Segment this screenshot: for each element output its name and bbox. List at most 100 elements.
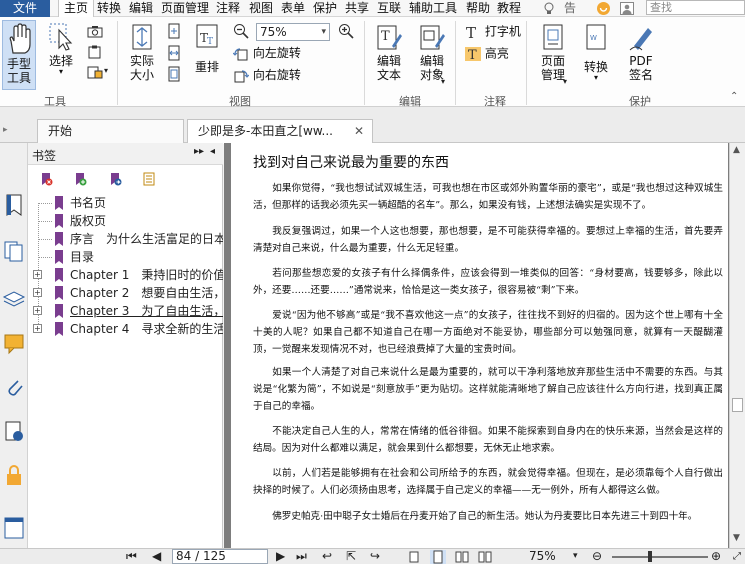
next-page-icon[interactable]: ▶ [276, 549, 285, 564]
signature-panel-icon[interactable] [2, 419, 26, 443]
bookmark-item[interactable]: 目录 [28, 248, 223, 266]
zoom-slider[interactable] [612, 556, 708, 558]
fill-format-icon[interactable] [87, 65, 103, 79]
edit-object-button[interactable]: 编辑 对象 [412, 22, 452, 94]
attachment-icon[interactable] [2, 375, 26, 399]
zoom-dropdown-icon[interactable]: ▾ [573, 549, 578, 564]
single-page-icon[interactable] [408, 551, 420, 563]
feedback-icon[interactable] [596, 1, 611, 16]
bookmark-options-icon[interactable] [142, 172, 156, 186]
page-manage-dropdown-icon[interactable]: ▾ [563, 77, 567, 86]
rotate-left-button[interactable]: 向左旋转 [233, 46, 301, 62]
previous-page-icon[interactable]: ◀ [152, 549, 161, 564]
bookmark-item[interactable]: + Chapter 4 寻求全新的生活 [28, 320, 223, 338]
menu-accessibility[interactable]: 辅助工具 [409, 0, 457, 17]
bookmark-panel-icon[interactable] [2, 193, 26, 217]
first-page-icon[interactable]: ⏮ [126, 549, 137, 564]
fit-page-icon[interactable] [166, 23, 182, 39]
bookmark-item[interactable]: 书名页 [28, 194, 223, 212]
tab-scroll-left-icon[interactable]: ▸ [3, 125, 8, 135]
menu-share[interactable]: 共享 [345, 0, 369, 17]
bookmark-item[interactable]: 版权页 [28, 212, 223, 230]
fit-width-icon[interactable] [166, 45, 182, 61]
convert-dropdown-icon: ▾ [593, 73, 598, 82]
format-dropdown-icon[interactable]: ▾ [104, 66, 108, 75]
menu-convert[interactable]: 转换 [97, 0, 121, 17]
close-icon[interactable]: ✕ [354, 120, 364, 142]
lock-icon[interactable] [2, 463, 26, 487]
continuous-facing-icon[interactable] [478, 551, 492, 563]
vertical-scrollbar[interactable]: ▲ ▼ [729, 143, 745, 548]
go-back-icon[interactable]: ↩ [322, 549, 332, 564]
expand-bookmark-icon[interactable] [108, 172, 122, 186]
rotate-right-button[interactable]: 向右旋转 [233, 68, 301, 84]
bookmark-item[interactable]: 序言 为什么生活富足的日本 [28, 230, 223, 248]
menu-view[interactable]: 视图 [249, 0, 273, 17]
edit-text-button[interactable]: T 编辑 文本 [370, 22, 408, 90]
page-number-input[interactable]: 84 / 125 [172, 549, 268, 564]
search-input[interactable]: 查找 [646, 0, 745, 15]
fullscreen-icon[interactable]: ⤢ [733, 549, 741, 564]
menu-form[interactable]: 表单 [281, 0, 305, 17]
last-page-icon[interactable]: ⏭ [296, 549, 307, 564]
snapshot-icon[interactable] [87, 25, 103, 38]
menu-home[interactable]: 主页 [58, 0, 94, 18]
reflow-button[interactable]: TT 重排 [190, 22, 224, 90]
add-bookmark-icon[interactable] [73, 172, 87, 186]
zoom-out-button[interactable]: ⊖ [592, 549, 602, 564]
bookmark-item[interactable]: + Chapter 1 秉持旧时的价值 [28, 266, 223, 284]
zoom-slider-thumb[interactable] [648, 551, 652, 562]
tell-me-label[interactable]: 告诉 [564, 0, 576, 32]
scrollbar-thumb[interactable] [732, 398, 743, 412]
panel-expand-icon[interactable]: ▸▸ [194, 146, 204, 157]
zoom-level[interactable]: 75% [529, 549, 556, 564]
select-button[interactable]: 选择 ▾ [44, 22, 78, 90]
highlight-button[interactable]: T 高亮 [465, 46, 509, 64]
fit-visible-icon[interactable] [166, 66, 182, 82]
expand-toggle-icon[interactable]: + [33, 324, 42, 333]
comments-icon[interactable] [2, 331, 26, 355]
menu-connect[interactable]: 互联 [377, 0, 401, 17]
thumbnails-icon[interactable] [2, 239, 26, 263]
menu-help[interactable]: 帮助 [466, 0, 490, 17]
hand-tool-button[interactable]: 手型 工具 [2, 20, 36, 90]
convert-button[interactable]: W 转换 ▾ [578, 22, 614, 94]
panel-collapse-icon[interactable]: ◂ [210, 146, 215, 157]
facing-page-icon[interactable] [455, 551, 469, 563]
clipboard-icon[interactable] [87, 45, 103, 59]
tab-document[interactable]: 少即是多-本田直之[ww... ✕ [187, 119, 373, 144]
continuous-page-icon[interactable] [430, 550, 446, 564]
typewriter-button[interactable]: T 打字机 [465, 24, 521, 42]
pdf-page[interactable]: 找到对自己来说最为重要的东西 如果你觉得，“我也想试试双城生活，可我也想在市区或… [231, 143, 728, 548]
scroll-down-icon[interactable]: ▼ [733, 533, 740, 543]
menu-edit[interactable]: 编辑 [129, 0, 153, 17]
account-icon[interactable] [620, 2, 634, 15]
export-page-icon[interactable]: ⇱ [346, 549, 356, 564]
tab-start[interactable]: 开始 [37, 119, 184, 143]
layers-icon[interactable] [2, 285, 26, 309]
menu-comment[interactable]: 注释 [216, 0, 240, 17]
zoom-in-icon[interactable] [338, 23, 354, 39]
delete-bookmark-icon[interactable] [39, 172, 53, 186]
actual-size-button[interactable]: 实际 大小 [124, 22, 160, 90]
zoom-select[interactable]: 75% ▾ [256, 23, 330, 41]
file-menu-button[interactable]: 文件 [0, 0, 50, 17]
bookmark-label: Chapter 4 寻求全新的生活 [70, 322, 223, 336]
expand-toggle-icon[interactable]: + [33, 288, 42, 297]
content-panel-icon[interactable] [2, 515, 26, 539]
zoom-out-icon[interactable] [233, 23, 249, 39]
highlight-icon: T [465, 47, 481, 62]
go-forward-icon[interactable]: ↪ [370, 549, 380, 564]
bookmark-item[interactable]: + Chapter 2 想要自由生活， [28, 284, 223, 302]
zoom-in-button[interactable]: ⊕ [711, 549, 721, 564]
pdf-sign-button[interactable]: PDF 签名 [622, 22, 660, 94]
expand-toggle-icon[interactable]: + [33, 270, 42, 279]
scroll-up-icon[interactable]: ▲ [733, 145, 740, 155]
menu-page-manage[interactable]: 页面管理 [161, 0, 209, 17]
collapse-ribbon-icon[interactable]: ⌃ [730, 91, 738, 102]
edit-object-dropdown-icon[interactable]: ▾ [441, 77, 445, 86]
bookmark-item-selected[interactable]: + Chapter 3 为了自由生活， [28, 302, 223, 320]
menu-protect[interactable]: 保护 [313, 0, 337, 17]
menu-tutorial[interactable]: 教程 [497, 0, 521, 17]
expand-toggle-icon[interactable]: + [33, 306, 42, 315]
